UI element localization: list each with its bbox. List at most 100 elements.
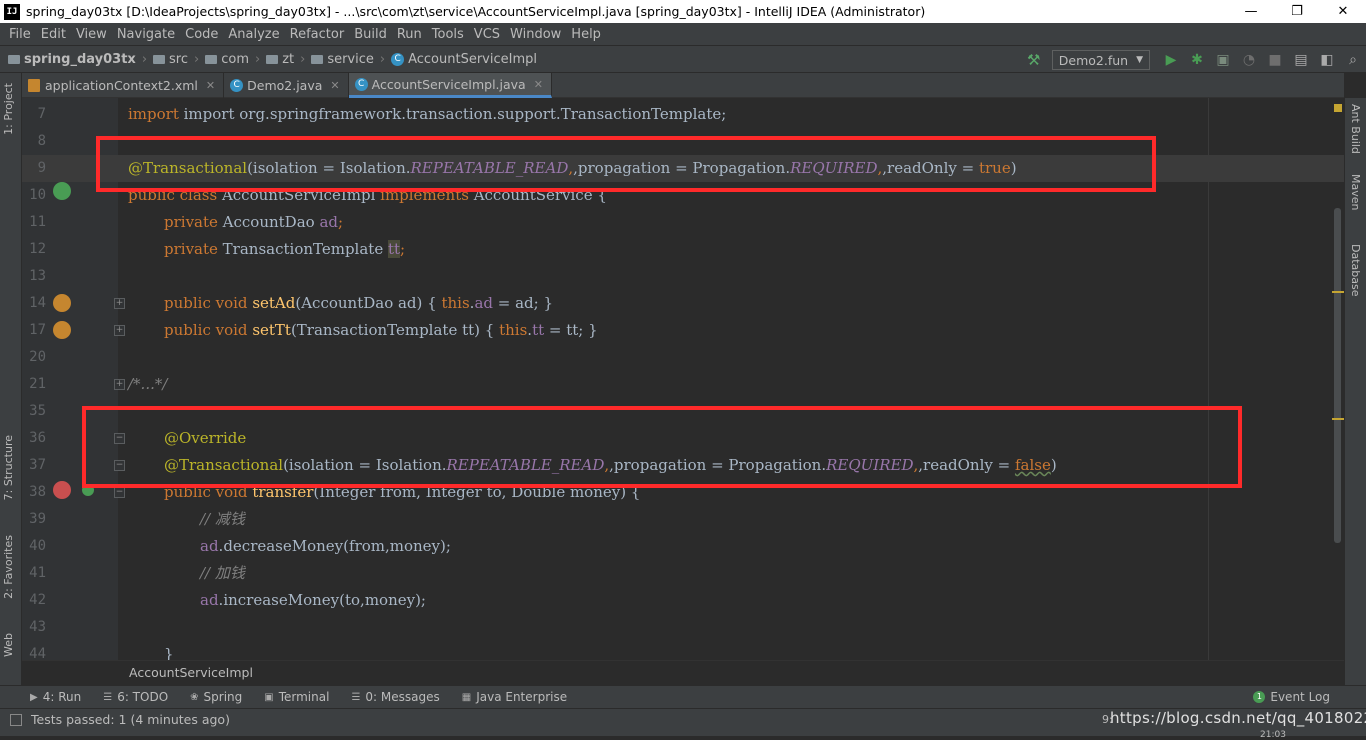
property-icon[interactable] [53, 294, 71, 312]
tool-run[interactable]: ▶ 4: Run [30, 690, 81, 704]
fold-collapse-icon[interactable]: − [114, 487, 125, 498]
run-toolbar: ⚒ Demo2.fun ▼ ▶ ✱ ▣ ◔ ■ ▤ ◧ ⌕ [1024, 46, 1366, 74]
property-icon[interactable] [53, 321, 71, 339]
tool-spring[interactable]: ❀ Spring [190, 690, 242, 704]
breadcrumb-file[interactable]: C AccountServiceImpl [391, 52, 537, 67]
menu-view[interactable]: View [71, 27, 112, 42]
tool-tab-project[interactable]: 1: Project [2, 83, 15, 135]
tool-tab-maven[interactable]: Maven [1349, 174, 1362, 210]
code-text: @Override [164, 429, 247, 447]
folder-icon [311, 54, 324, 64]
line-number: 36 [29, 430, 46, 446]
line-number: 42 [29, 592, 46, 608]
code-text: private TransactionTemplate tt; [164, 240, 406, 258]
menu-refactor[interactable]: Refactor [285, 27, 350, 42]
close-icon[interactable]: ✕ [330, 79, 339, 92]
error-stripe-marker[interactable] [1332, 291, 1344, 293]
implements-icon[interactable] [82, 484, 94, 496]
close-icon[interactable]: ✕ [206, 79, 215, 92]
fold-collapse-icon[interactable]: − [114, 433, 125, 444]
tool-tab-ant-build[interactable]: Ant Build [1349, 104, 1362, 154]
fold-expand-icon[interactable]: + [114, 379, 125, 390]
tool-tab-favorites[interactable]: 2: Favorites [2, 535, 15, 599]
layout-icon[interactable]: ◧ [1314, 48, 1340, 72]
editor-tabs: applicationContext2.xml ✕ C Demo2.java ✕… [22, 73, 1344, 98]
tool-window-bar: ▶ 4: Run ☰ 6: TODO ❀ Spring ▣ Terminal ☰ 0: M… [0, 685, 1366, 708]
tool-window-toggle-icon[interactable] [10, 714, 22, 726]
stop-icon[interactable]: ■ [1262, 48, 1288, 72]
breadcrumb-project[interactable]: spring_day03tx [8, 52, 136, 67]
code-line: 20 [22, 344, 1344, 371]
coverage-icon[interactable]: ▣ [1210, 48, 1236, 72]
maximize-button[interactable]: ❐ [1274, 0, 1320, 23]
spring-bean-icon[interactable] [53, 182, 71, 200]
folded-comment[interactable]: /*...*/ [128, 371, 167, 398]
tab-applicationcontext2-xml[interactable]: applicationContext2.xml ✕ [22, 73, 225, 98]
tool-messages-label: 0: Messages [365, 690, 440, 704]
menu-run[interactable]: Run [392, 27, 427, 42]
line-number: 37 [29, 457, 46, 473]
breadcrumb-src-label: src [169, 51, 189, 67]
hammer-icon[interactable]: ⚒ [1024, 50, 1044, 70]
code-line: 12 private TransactionTemplate tt; [22, 236, 1344, 263]
error-stripe-marker[interactable] [1332, 418, 1344, 420]
event-log-icon: 1 [1253, 691, 1266, 703]
menu-analyze[interactable]: Analyze [223, 27, 284, 42]
menu-edit[interactable]: Edit [36, 27, 71, 42]
line-number: 7 [37, 106, 46, 122]
code-comment: // 减钱 [200, 510, 245, 528]
menu-vcs[interactable]: VCS [469, 27, 505, 42]
run-configuration-select[interactable]: Demo2.fun ▼ [1051, 50, 1150, 70]
line-number: 21 [29, 376, 46, 392]
tool-tab-structure[interactable]: 7: Structure [2, 435, 15, 500]
debug-icon[interactable]: ✱ [1184, 48, 1210, 72]
line-number: 20 [29, 349, 46, 365]
breadcrumb-zt[interactable]: zt [266, 52, 294, 67]
tool-java-enterprise[interactable]: ▦ Java Enterprise [462, 690, 567, 704]
code-line: 37 − @Transactional(isolation = Isolatio… [22, 452, 1344, 479]
tool-tab-database[interactable]: Database [1349, 244, 1362, 297]
menu-code[interactable]: Code [180, 27, 223, 42]
project-structure-icon[interactable]: ▤ [1288, 48, 1314, 72]
right-tool-strip: Ant Build Maven Database [1344, 98, 1366, 685]
tab-demo2-java[interactable]: C Demo2.java ✕ [224, 73, 349, 98]
tool-todo[interactable]: ☰ 6: TODO [103, 690, 168, 704]
menu-tools[interactable]: Tools [427, 27, 469, 42]
profile-icon[interactable]: ◔ [1236, 48, 1262, 72]
java-enterprise-icon: ▦ [461, 691, 472, 703]
menu-build[interactable]: Build [349, 27, 392, 42]
fold-expand-icon[interactable]: + [114, 298, 125, 309]
close-icon[interactable]: ✕ [534, 78, 543, 91]
breadcrumb-com[interactable]: com [205, 52, 249, 67]
tool-terminal[interactable]: ▣ Terminal [264, 690, 329, 704]
minimize-button[interactable]: — [1228, 0, 1274, 23]
run-icon[interactable]: ▶ [1158, 48, 1184, 72]
structure-breadcrumb-label[interactable]: AccountServiceImpl [129, 665, 253, 680]
breadcrumb-service[interactable]: service [311, 52, 374, 67]
breadcrumb-separator: › [254, 51, 261, 67]
breadcrumb-service-label: service [327, 51, 374, 67]
breadcrumb-src[interactable]: src [153, 52, 188, 67]
intellij-app-icon: IJ [4, 3, 20, 20]
code-editor[interactable]: 7 import import org.springframework.tran… [22, 98, 1344, 660]
line-number: 13 [29, 268, 46, 284]
menu-window[interactable]: Window [505, 27, 566, 42]
fold-expand-icon[interactable]: + [114, 325, 125, 336]
tab-accountserviceimpl-java[interactable]: C AccountServiceImpl.java ✕ [348, 73, 552, 98]
close-button[interactable]: ✕ [1320, 0, 1366, 23]
class-icon: C [391, 52, 405, 66]
transactional-method-icon[interactable] [53, 481, 71, 499]
warning-marker-icon[interactable] [1334, 104, 1342, 112]
tool-tab-web[interactable]: Web [2, 633, 15, 657]
search-everywhere-icon[interactable]: ⌕ [1340, 48, 1366, 72]
menu-file[interactable]: File [4, 27, 36, 42]
vertical-scrollbar[interactable] [1334, 208, 1341, 543]
event-log-button[interactable]: 1 Event Log [1253, 690, 1330, 704]
spring-icon: ❀ [190, 691, 199, 703]
menu-navigate[interactable]: Navigate [112, 27, 180, 42]
code-line: 39 // 减钱 [22, 506, 1344, 533]
tool-messages[interactable]: ☰ 0: Messages [351, 690, 439, 704]
fold-collapse-icon[interactable]: − [114, 460, 125, 471]
menu-help[interactable]: Help [566, 27, 606, 42]
code-line: 7 import import org.springframework.tran… [22, 101, 1344, 128]
